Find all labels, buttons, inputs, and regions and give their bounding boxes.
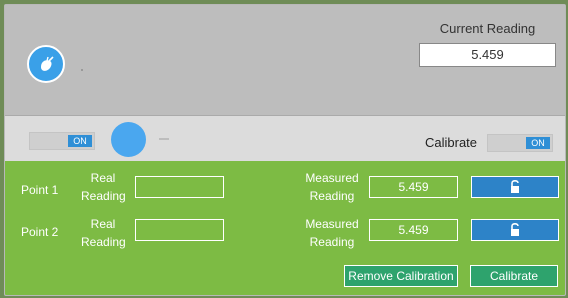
point-1-measured-label-line2: Reading xyxy=(309,189,355,203)
control-bar: ON Calibrate ON xyxy=(5,115,565,162)
point-2-real-label-line1: Real xyxy=(90,217,116,231)
point-1-real-label-line2: Reading xyxy=(81,189,126,203)
point-2-lock-button[interactable] xyxy=(471,219,559,241)
point-2-real-label-line2: Reading xyxy=(81,235,126,249)
decorative-dash xyxy=(159,138,169,140)
point-2-measured-value: 5.459 xyxy=(369,219,458,241)
decorative-dot xyxy=(81,69,83,71)
calibrate-toggle-state: ON xyxy=(526,137,550,149)
status-circle[interactable] xyxy=(111,122,146,157)
point-2-real-input[interactable] xyxy=(135,219,224,241)
point-2-measured-label-line1: Measured xyxy=(305,217,359,231)
calibrate-toggle[interactable]: ON xyxy=(487,134,553,152)
calibration-points-area: Point 1 Real Reading Measured Reading 5.… xyxy=(5,161,565,295)
fruit-logo-svg xyxy=(41,56,54,71)
left-toggle-label: ON xyxy=(68,135,92,147)
remove-calibration-button[interactable]: Remove Calibration xyxy=(344,265,458,287)
point-1-lock-button[interactable] xyxy=(471,176,559,198)
point-2-label: Point 2 xyxy=(21,225,59,239)
left-toggle[interactable]: ON xyxy=(29,132,95,150)
point-2-real-label: Real Reading xyxy=(81,215,126,251)
point-1-real-input[interactable] xyxy=(135,176,224,198)
current-reading-display: 5.459 xyxy=(419,43,556,67)
calibrate-toggle-label: Calibrate xyxy=(425,135,478,150)
unlock-icon xyxy=(511,223,519,236)
point-2-measured-label: Measured Reading xyxy=(301,215,363,251)
point-1-real-label-line1: Real xyxy=(90,171,116,185)
point-1-measured-label: Measured Reading xyxy=(301,169,363,205)
calibrate-button[interactable]: Calibrate xyxy=(470,265,558,287)
header-area: Current Reading 5.459 xyxy=(5,5,565,115)
current-reading-label: Current Reading xyxy=(439,21,536,36)
point-1-measured-value: 5.459 xyxy=(369,176,458,198)
unlock-icon xyxy=(511,180,519,193)
point-2-measured-label-line2: Reading xyxy=(309,235,355,249)
point-1-label: Point 1 xyxy=(21,183,59,197)
fruit-logo-icon xyxy=(27,45,65,83)
point-1-measured-label-line1: Measured xyxy=(305,171,359,185)
point-1-real-label: Real Reading xyxy=(81,169,126,205)
calibration-panel: Current Reading 5.459 ON Calibrate ON Po… xyxy=(4,4,566,296)
